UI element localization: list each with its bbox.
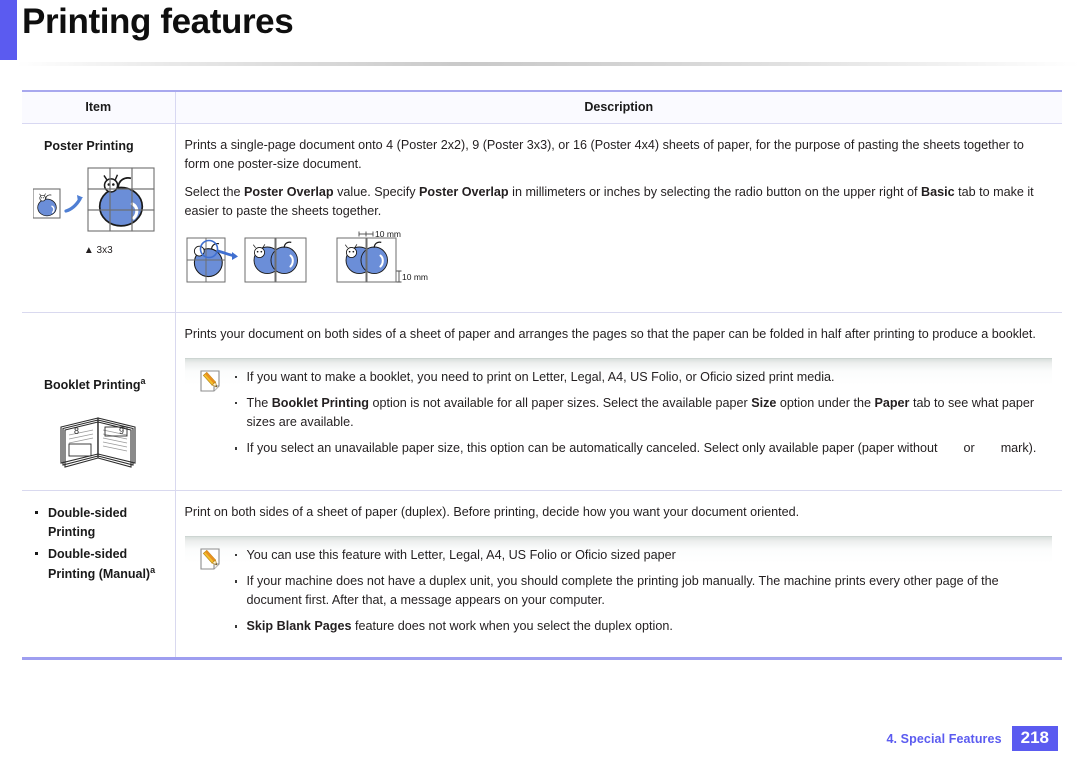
note-bullet: You can use this feature with Letter, Le… — [233, 546, 1047, 565]
printing-features-table: Item Description Poster Printing ▲ 3x3 P… — [22, 90, 1062, 660]
double-sided-item-bullets: Double-sided Printing Double-sided Print… — [32, 504, 165, 585]
note-pencil-icon — [199, 370, 220, 392]
poster-description-paragraph-1: Prints a single-page document onto 4 (Po… — [184, 138, 1024, 172]
footer-page-number: 218 — [1011, 726, 1058, 751]
booklet-note-list: If you want to make a booklet, you need … — [185, 368, 1047, 459]
poster-overlap-figure: 10 mm 10 mm — [185, 229, 1053, 298]
description-cell-poster-printing: Prints a single-page document onto 4 (Po… — [175, 123, 1062, 313]
duplex-description-paragraph-1: Print on both sides of a sheet of paper … — [184, 504, 800, 519]
svg-text:10 mm: 10 mm — [375, 231, 401, 239]
table-header-row: Item Description — [22, 90, 1062, 124]
page-footer: 4. Special Features 218 — [886, 726, 1058, 751]
booklet-printing-figure: 8 9 — [32, 404, 165, 476]
item-bullet-double-sided-printing: Double-sided Printing — [32, 504, 165, 543]
booklet-description-paragraph-1: Prints your document on both sides of a … — [184, 326, 1036, 341]
item-cell-poster-printing: Poster Printing ▲ 3x3 — [22, 123, 176, 313]
poster-figure-caption: ▲ 3x3 — [83, 245, 113, 257]
svg-text:10 mm: 10 mm — [402, 272, 428, 282]
booklet-note-box: If you want to make a booklet, you need … — [184, 357, 1052, 465]
item-label-poster-printing: Poster Printing — [44, 139, 134, 153]
table-row: Poster Printing ▲ 3x3 Prints a single-pa… — [22, 123, 1062, 313]
page-header: Printing features — [0, 0, 1080, 70]
booklet-open-book-illustration: 8 9 — [60, 417, 136, 468]
poster-printing-3x3-illustration — [33, 167, 155, 232]
item-bullet-double-sided-printing-manual: Double-sided Printing (Manual)a — [32, 545, 165, 585]
column-header-item: Item — [22, 90, 176, 124]
title-divider-rule — [17, 62, 1080, 66]
table-row: Double-sided Printing Double-sided Print… — [22, 490, 1062, 660]
title-accent-bar — [0, 0, 17, 60]
duplex-note-list: You can use this feature with Letter, Le… — [185, 546, 1047, 637]
note-bullet: If you select an unavailable paper size,… — [233, 439, 1047, 458]
note-bullet: If your machine does not have a duplex u… — [233, 572, 1047, 610]
column-header-description: Description — [175, 90, 1062, 124]
poster-printing-figure — [32, 165, 165, 243]
note-bullet: The Booklet Printing option is not avail… — [233, 394, 1047, 432]
note-pencil-icon — [199, 548, 220, 570]
item-cell-double-sided-printing: Double-sided Printing Double-sided Print… — [22, 490, 176, 660]
description-cell-double-sided-printing: Print on both sides of a sheet of paper … — [175, 490, 1062, 660]
note-bullet: If you want to make a booklet, you need … — [233, 368, 1047, 387]
table-row: Booklet Printinga 8 9 Prints your docume… — [22, 312, 1062, 491]
duplex-note-box: You can use this feature with Letter, Le… — [184, 535, 1052, 643]
footer-chapter-label: 4. Special Features — [886, 731, 1002, 746]
poster-overlap-10mm-illustration: 10 mm 10 mm — [186, 229, 428, 283]
item-cell-booklet-printing: Booklet Printinga 8 9 — [22, 312, 176, 491]
note-bullet: Skip Blank Pages feature does not work w… — [233, 617, 1047, 636]
item-label-booklet-printing: Booklet Printinga — [44, 375, 146, 392]
svg-text:9: 9 — [119, 426, 124, 436]
svg-text:8: 8 — [74, 426, 79, 436]
poster-description-paragraph-2: Select the Poster Overlap value. Specify… — [184, 185, 1034, 219]
description-cell-booklet-printing: Prints your document on both sides of a … — [175, 312, 1062, 491]
page-title: Printing features — [22, 2, 294, 41]
